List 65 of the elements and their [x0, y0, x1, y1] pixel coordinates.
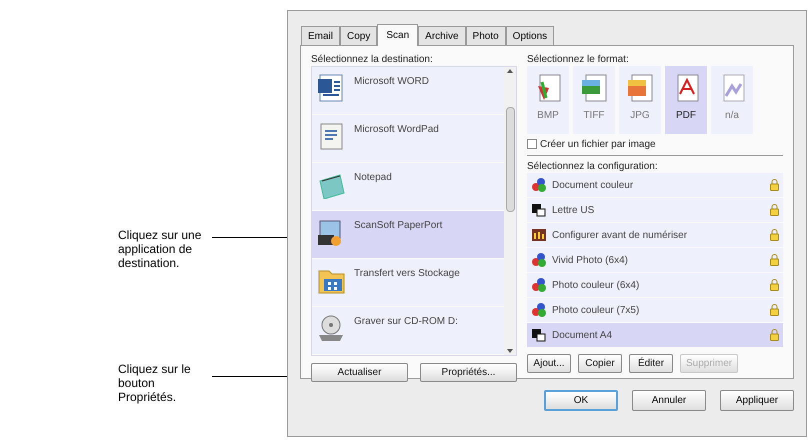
button[interactable]: Annuler [632, 390, 706, 411]
scroll-down-icon[interactable] [507, 348, 513, 353]
destination-item[interactable]: Graver sur CD-ROM D: [312, 307, 504, 354]
configuration-name: Document couleur [552, 178, 634, 192]
button[interactable]: Ajout... [527, 354, 571, 373]
lock-icon [770, 254, 779, 266]
destination-item[interactable]: Notepad [312, 163, 504, 210]
scroll-up-icon[interactable] [507, 69, 513, 73]
tab[interactable]: Scan [377, 24, 418, 46]
lock-icon [770, 279, 779, 291]
configuration-name: Photo couleur (7x5) [552, 304, 640, 318]
lock-icon [770, 179, 779, 191]
section-label: Sélectionnez la destination: [311, 53, 434, 66]
destination-item[interactable]: Microsoft WORD [312, 67, 504, 114]
tab[interactable]: Options [506, 26, 554, 45]
configuration-name: Photo couleur (6x4) [552, 278, 640, 292]
section-label: Sélectionnez la configuration: [527, 160, 659, 173]
configuration-name: Vivid Photo (6x4) [552, 254, 629, 268]
button[interactable]: Appliquer [720, 390, 794, 411]
destination-item[interactable]: ScanSoft PaperPort [312, 211, 504, 258]
scan-profile-icon [531, 327, 547, 343]
tab[interactable]: Email [301, 26, 340, 45]
checkbox[interactable] [527, 139, 537, 149]
configuration-item[interactable]: Configurer avant de numériser [527, 223, 783, 247]
button[interactable]: Éditer [629, 354, 673, 373]
format-option[interactable]: n/a [711, 66, 753, 134]
tab[interactable]: Archive [418, 26, 466, 45]
callout-text: Cliquez sur une application de destination. [118, 228, 202, 270]
configuration-item[interactable]: Photo couleur (6x4) [527, 273, 783, 297]
scroll-thumb[interactable] [506, 106, 514, 212]
configuration-name: Document A4 [552, 328, 614, 342]
button[interactable]: Copier [578, 354, 622, 373]
button[interactable]: Actualiser [311, 363, 408, 382]
format-option[interactable]: JPG [619, 66, 661, 134]
lock-icon [770, 204, 779, 216]
configuration-item[interactable]: Vivid Photo (6x4) [527, 248, 783, 272]
scan-profile-icon [531, 202, 547, 218]
destination-item[interactable]: Microsoft WordPad [312, 115, 504, 162]
destination-item[interactable]: Transfert vers Stockage [312, 259, 504, 306]
button[interactable]: OK [544, 390, 618, 411]
checkbox-label: Créer un fichier par image [540, 138, 656, 152]
button[interactable]: Propriétés... [420, 363, 517, 382]
format-option[interactable]: BMP [527, 66, 569, 134]
callout-text: Cliquez sur le bouton Propriétés. [118, 362, 192, 404]
scan-profile-icon [531, 177, 547, 193]
scan-profile-icon [531, 227, 547, 243]
configuration-item[interactable]: Lettre US [527, 198, 783, 222]
configuration-item[interactable]: Photo couleur (7x5) [527, 298, 783, 322]
scan-profile-icon [531, 277, 547, 293]
configuration-item[interactable]: Document couleur [527, 173, 783, 197]
section-label: Sélectionnez le format: [527, 53, 630, 66]
format-option[interactable]: PDF [665, 66, 707, 134]
configuration-name: Configurer avant de numériser [552, 228, 688, 242]
scrollbar[interactable] [504, 67, 516, 355]
tab[interactable]: Photo [466, 26, 506, 45]
tab[interactable]: Copy [340, 26, 378, 45]
lock-icon [770, 329, 779, 341]
configuration-item[interactable]: Document A4 [527, 323, 783, 347]
scan-profile-icon [531, 302, 547, 318]
lock-icon [770, 304, 779, 316]
format-option[interactable]: TIFF [573, 66, 615, 134]
configuration-name: Lettre US [552, 204, 596, 218]
lock-icon [770, 229, 779, 241]
application-icon [316, 313, 346, 343]
scan-profile-icon [531, 252, 547, 268]
